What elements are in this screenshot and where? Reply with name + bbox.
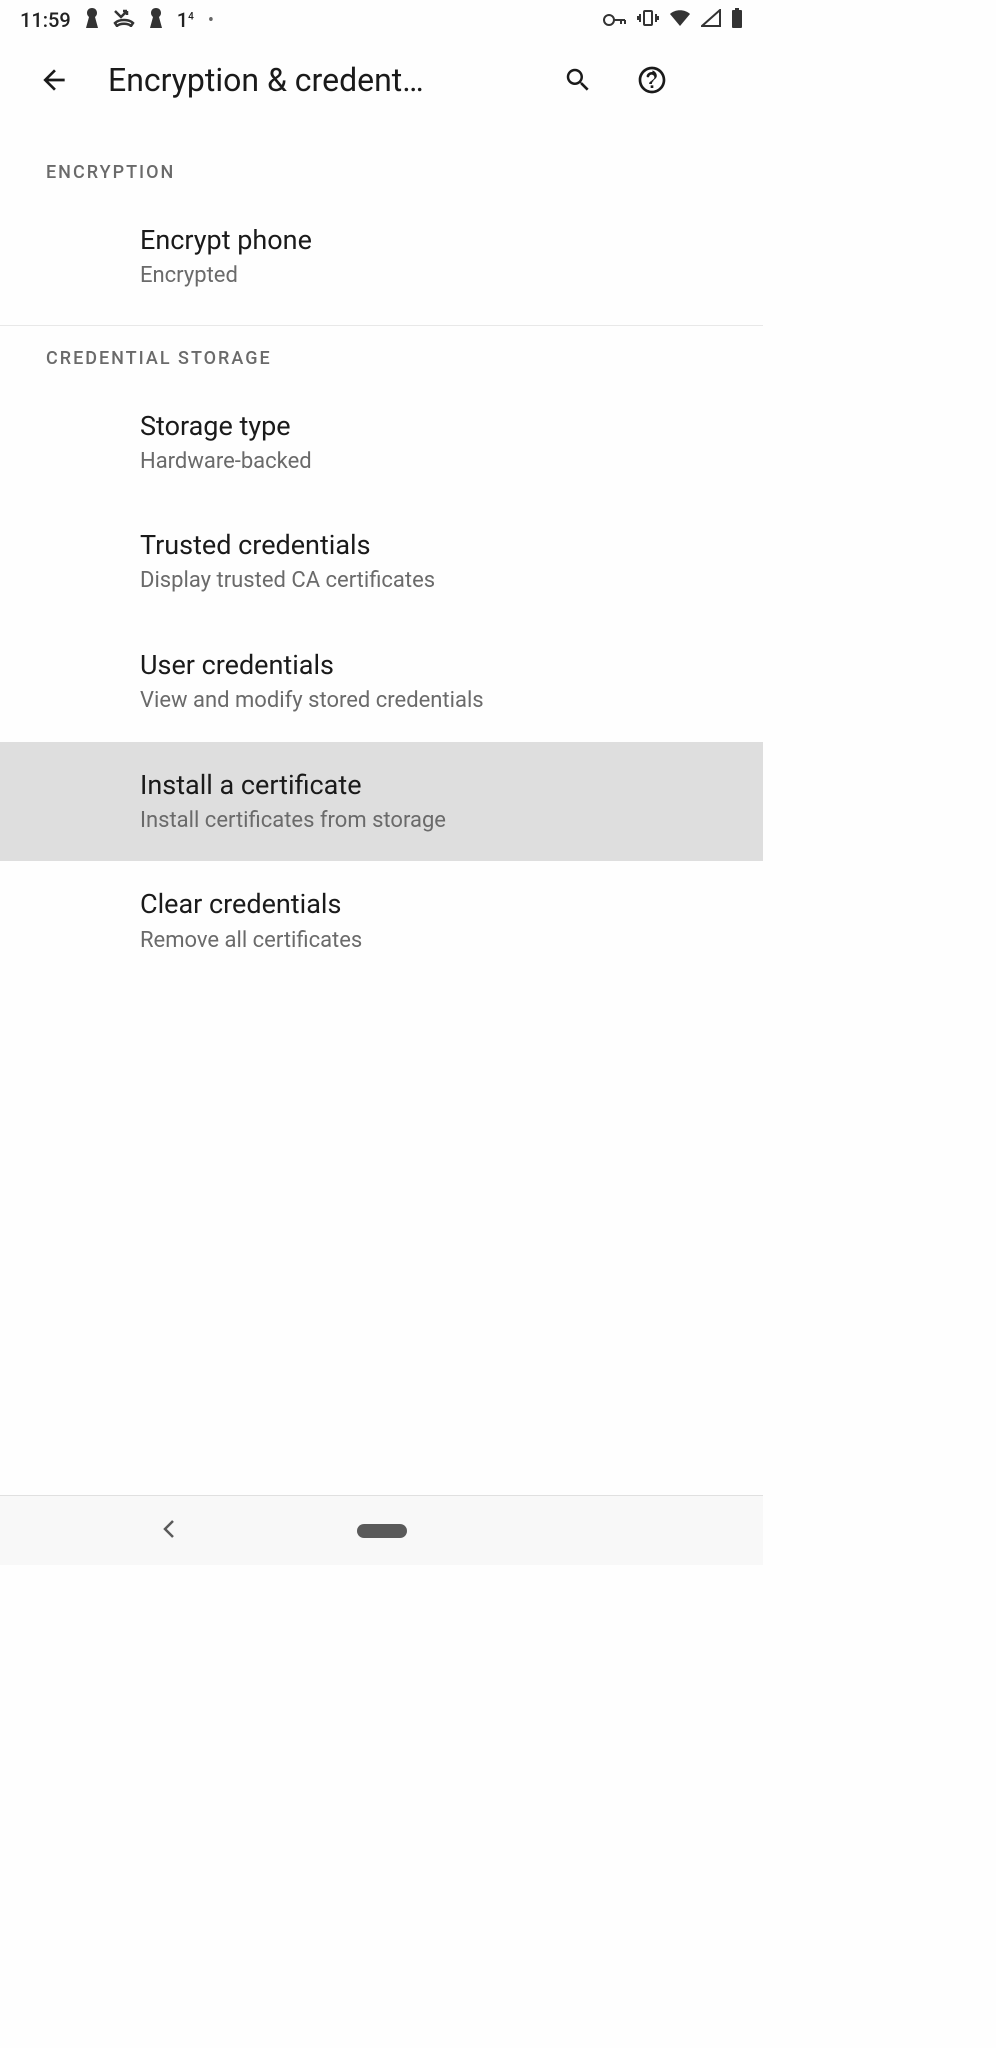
item-subtitle: Encrypted (140, 262, 717, 291)
list-item-encrypt-phone[interactable]: Encrypt phone Encrypted (0, 197, 763, 317)
vibrate-icon (637, 8, 659, 32)
item-title: User credentials (140, 648, 717, 683)
dot-icon: • (208, 10, 214, 31)
item-subtitle: Install certificates from storage (140, 807, 717, 836)
list-item-storage-type[interactable]: Storage type Hardware-backed (0, 383, 763, 503)
help-button[interactable] (628, 56, 676, 104)
item-title: Trusted credentials (140, 528, 717, 563)
signal-1-icon: 14 (177, 8, 194, 32)
keyhole-icon (149, 8, 163, 33)
section-header-credential-storage: CREDENTIAL STORAGE (0, 334, 763, 383)
keyhole-icon (85, 8, 99, 33)
back-button[interactable] (30, 56, 78, 104)
status-bar: 11:59 14 • (0, 0, 763, 40)
item-title: Storage type (140, 409, 717, 444)
item-subtitle: View and modify stored credentials (140, 687, 717, 716)
page-title: Encryption & credent… (108, 61, 528, 99)
app-bar: Encryption & credent… (0, 40, 763, 120)
item-subtitle: Remove all certificates (140, 927, 717, 956)
item-subtitle: Display trusted CA certificates (140, 567, 717, 596)
item-subtitle: Hardware-backed (140, 448, 717, 477)
help-icon (636, 64, 668, 96)
list-item-trusted-credentials[interactable]: Trusted credentials Display trusted CA c… (0, 502, 763, 622)
status-right (603, 8, 743, 33)
cell-signal-icon (701, 8, 721, 32)
section-header-encryption: ENCRYPTION (0, 148, 763, 197)
status-time: 11:59 (20, 8, 71, 32)
nav-back-button[interactable] (160, 1517, 178, 1545)
key-icon (603, 8, 627, 32)
divider (0, 325, 763, 326)
list-item-clear-credentials[interactable]: Clear credentials Remove all certificate… (0, 861, 763, 981)
item-title: Install a certificate (140, 768, 717, 803)
list-item-user-credentials[interactable]: User credentials View and modify stored … (0, 622, 763, 742)
search-icon (563, 65, 593, 95)
status-left: 11:59 14 • (20, 8, 214, 33)
missed-call-icon (113, 8, 135, 32)
arrow-back-icon (38, 64, 70, 96)
item-title: Clear credentials (140, 887, 717, 922)
list-item-install-certificate[interactable]: Install a certificate Install certificat… (0, 742, 763, 862)
battery-icon (731, 8, 743, 33)
home-pill[interactable] (357, 1524, 407, 1538)
navigation-bar (0, 1495, 763, 1565)
wifi-icon (669, 8, 691, 32)
item-title: Encrypt phone (140, 223, 717, 258)
content: ENCRYPTION Encrypt phone Encrypted CREDE… (0, 120, 763, 981)
search-button[interactable] (554, 56, 602, 104)
